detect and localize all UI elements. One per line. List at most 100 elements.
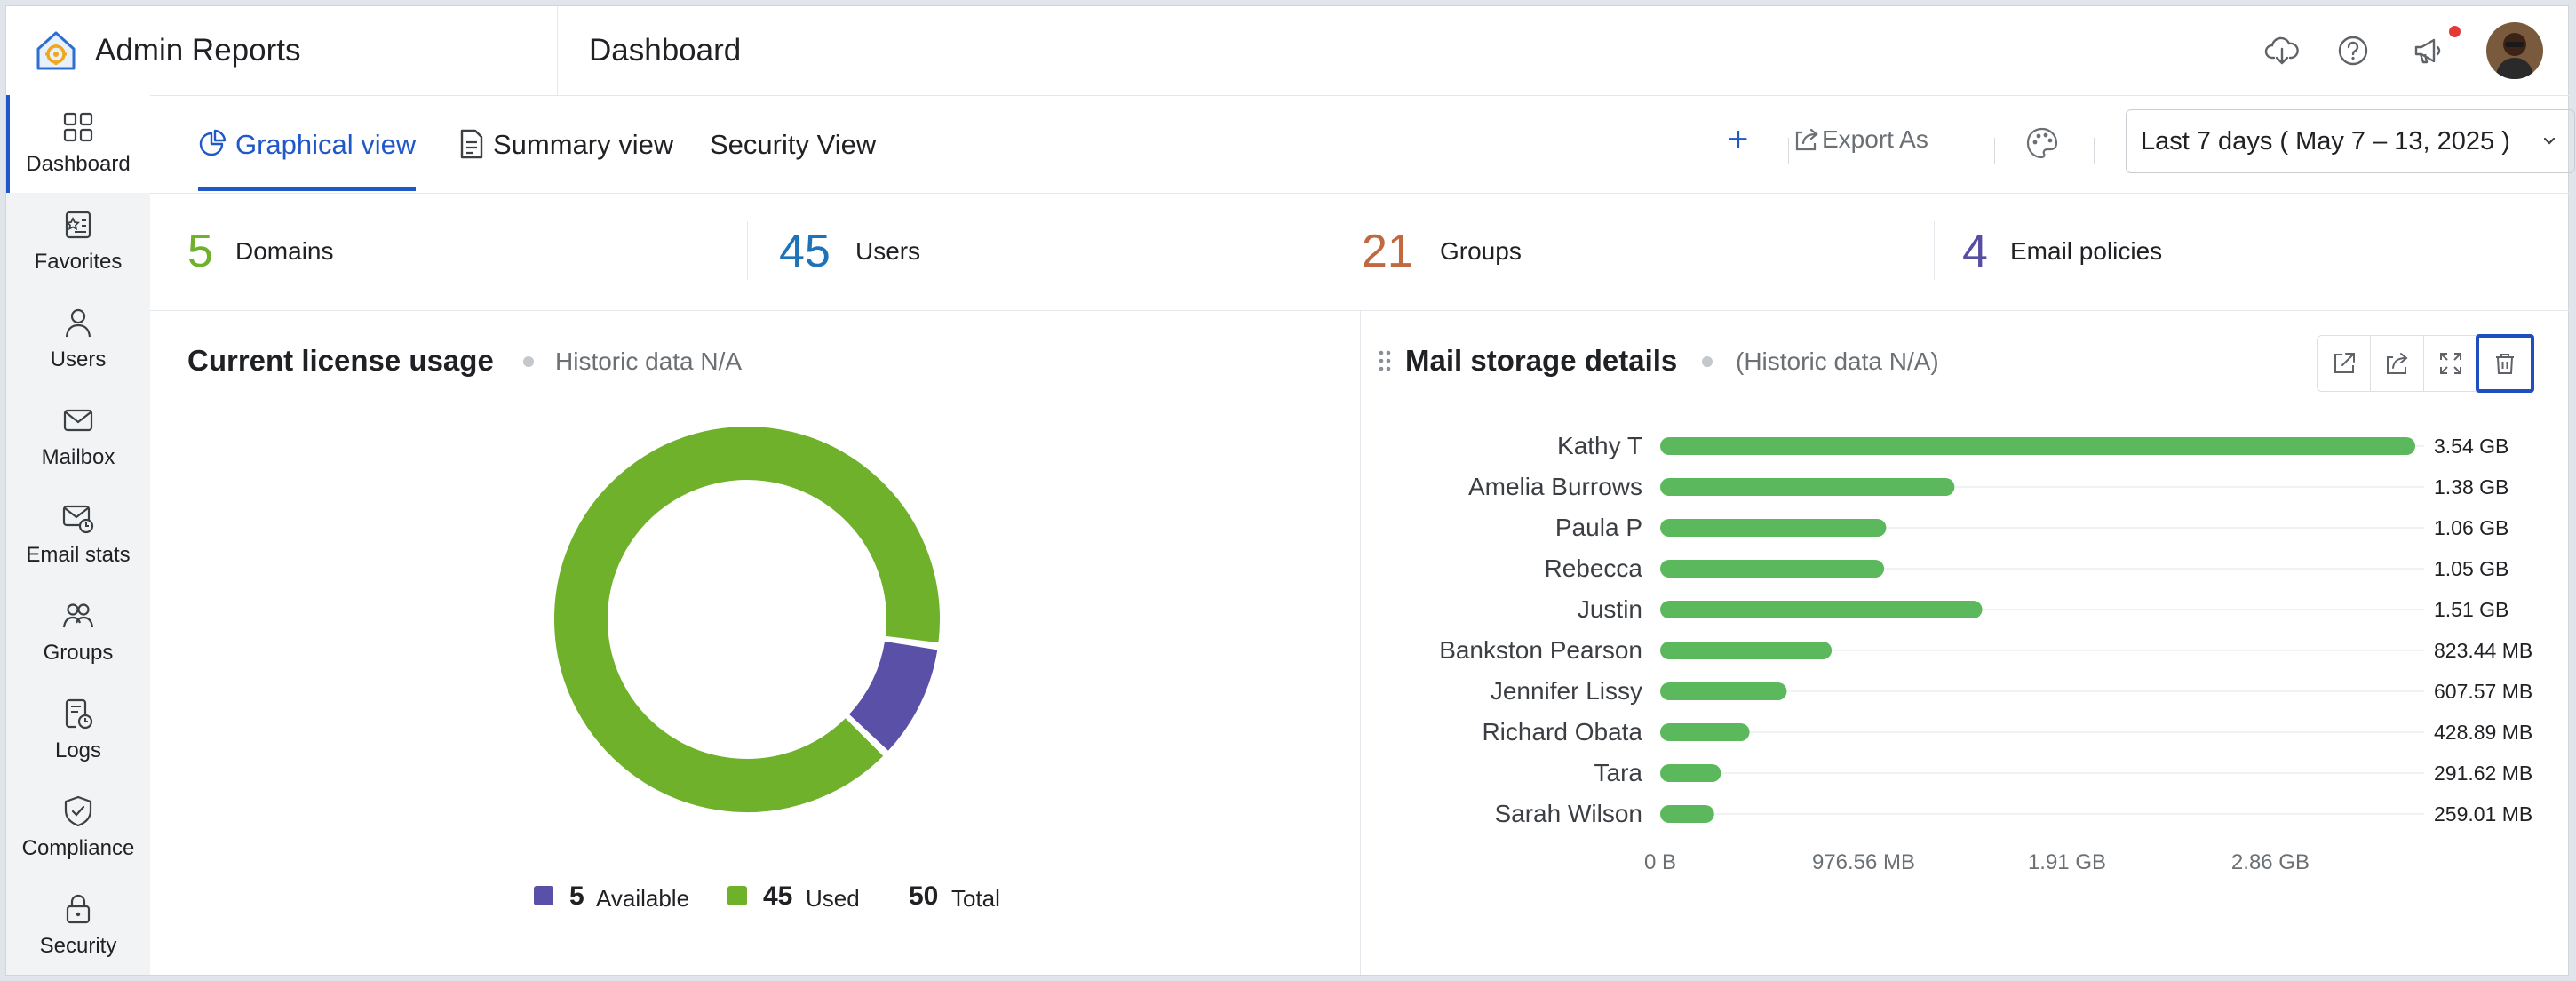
legend-label: Used: [806, 885, 860, 912]
donut-slice-available[interactable]: [848, 641, 938, 751]
download-cloud-icon[interactable]: [2264, 33, 2300, 68]
legend-value: 45: [763, 881, 793, 911]
bar-category-label: Jennifer Lissy: [1490, 677, 1642, 705]
tab-label: Graphical view: [235, 129, 417, 160]
sidebar-item-compliance[interactable]: Compliance: [6, 779, 150, 877]
sidebar-item-users[interactable]: Users: [6, 291, 150, 388]
x-axis-tick-label: 0 B: [1643, 850, 1677, 874]
app-name: Admin Reports: [95, 33, 301, 68]
stat-label: Email policies: [2010, 237, 2163, 265]
legend-label: Total: [951, 885, 1000, 912]
sidebar-item-label: Mailbox: [41, 445, 115, 469]
bar-category-label: Tara: [1594, 759, 1642, 786]
favorites-icon: [65, 211, 91, 239]
chevron-down-icon: [2543, 137, 2556, 145]
avatar-image: [2486, 22, 2543, 79]
bar-value-label: 291.62 MB: [2434, 762, 2533, 785]
sidebar-item-label: Security: [39, 934, 117, 958]
sidebar-item-logs[interactable]: Logs: [6, 682, 150, 779]
export-icon: [1795, 128, 1818, 151]
logs-icon: [65, 698, 93, 730]
tab-graphical-view[interactable]: Graphical view: [198, 95, 417, 193]
toolbar-divider: [1994, 138, 1995, 164]
stat-value: 4: [1962, 226, 1988, 277]
date-range-value: Last 7 days ( May 7 – 13, 2025 ): [2141, 127, 2510, 156]
document-icon: [460, 129, 483, 159]
announcement-icon[interactable]: [2410, 33, 2445, 68]
stat-label: Groups: [1440, 237, 1522, 265]
sidebar-item-label: Dashboard: [26, 152, 131, 176]
tab-label: Security View: [710, 129, 877, 160]
sidebar-item-label: Favorites: [34, 250, 123, 274]
mail-stats-icon: [62, 505, 94, 534]
stat-value: 21: [1362, 226, 1413, 277]
help-icon[interactable]: [2335, 33, 2371, 68]
stats-row: 5 Domains 45 Users 21 Groups 4 Email pol…: [150, 193, 2570, 311]
stat-divider: [1934, 221, 1935, 280]
stat-label: Domains: [235, 237, 334, 265]
toolbar-divider: [1788, 138, 1789, 164]
chart-legend: 5 Available 45 Used 50 Total: [534, 879, 1031, 914]
stat-value: 45: [779, 226, 831, 277]
stat-value: 5: [187, 226, 213, 277]
bar-amelia-burrows[interactable]: [1660, 478, 1955, 496]
x-axis-tick-label: 2.86 GB: [2230, 850, 2310, 874]
add-button[interactable]: +: [1728, 113, 1748, 166]
bar-category-label: Sarah Wilson: [1494, 800, 1642, 827]
stat-groups[interactable]: 21 Groups: [1362, 193, 1912, 310]
bar-jennifer-lissy[interactable]: [1660, 682, 1787, 700]
date-range-select[interactable]: Last 7 days ( May 7 – 13, 2025 ): [2126, 109, 2575, 173]
bar-paula-p[interactable]: [1660, 519, 1887, 537]
palette-icon[interactable]: [2024, 125, 2060, 161]
mail-storage-panel: Mail storage details (Historic data N/A): [1361, 310, 2570, 975]
sidebar-item-email-stats[interactable]: Email stats: [6, 486, 150, 584]
sidebar-item-security[interactable]: Security: [6, 877, 150, 975]
sidebar-item-mailbox[interactable]: Mailbox: [6, 388, 150, 486]
avatar[interactable]: [2486, 22, 2543, 79]
brand[interactable]: Admin Reports: [6, 6, 558, 95]
stat-divider: [747, 221, 748, 280]
panel-title: Current license usage: [187, 344, 494, 377]
panel-subtitle: Historic data N/A: [555, 347, 743, 375]
bar-sarah-wilson[interactable]: [1660, 805, 1714, 823]
user-icon: [65, 308, 91, 338]
sidebar-item-label: Groups: [43, 641, 114, 665]
sidebar-item-favorites[interactable]: Favorites: [6, 193, 150, 291]
sidebar-item-dashboard[interactable]: Dashboard: [6, 95, 150, 193]
stat-domains[interactable]: 5 Domains: [187, 193, 738, 310]
sidebar-item-label: Users: [50, 347, 107, 371]
grid-icon: [63, 112, 93, 142]
bar-value-label: 1.06 GB: [2434, 516, 2509, 539]
app-window: Admin Reports Dashboard Dashboard Favori…: [5, 5, 2575, 976]
bar-category-label: Richard Obata: [1482, 718, 1642, 746]
view-tabs-bar: Graphical view Summary view Security Vie…: [150, 95, 2575, 194]
sidebar-item-label: Compliance: [21, 836, 135, 860]
bar-justin[interactable]: [1660, 601, 1983, 618]
legend-swatch-available: [534, 886, 553, 905]
bar-tara[interactable]: [1660, 764, 1721, 782]
bar-kathy-t[interactable]: [1660, 437, 2415, 455]
donut-slice-used[interactable]: [554, 427, 940, 812]
legend-value: 5: [569, 881, 584, 911]
legend-value: 50: [909, 881, 939, 911]
bar-value-label: 428.89 MB: [2434, 721, 2533, 744]
stat-users[interactable]: 45 Users: [779, 193, 1330, 310]
sidebar: Dashboard Favorites Users Mailbox Email …: [6, 95, 150, 975]
lock-icon: [66, 894, 91, 924]
bar-richard-obata[interactable]: [1660, 723, 1750, 741]
page-title: Dashboard: [589, 33, 742, 68]
mail-storage-bar-chart: Kathy T 3.54 GB Amelia Burrows 1.38 GB Paula…: [1361, 310, 2570, 975]
tab-security-view[interactable]: Security View: [710, 95, 876, 193]
sidebar-item-groups[interactable]: Groups: [6, 584, 150, 682]
bar-category-label: Amelia Burrows: [1467, 473, 1642, 500]
export-as-button[interactable]: Export As: [1822, 113, 1928, 166]
separator-dot: [523, 356, 534, 367]
bar-bankston-pearson[interactable]: [1660, 642, 1833, 659]
tab-summary-view[interactable]: Summary view: [493, 95, 673, 193]
license-usage-panel: Current license usage Historic data N/A …: [150, 310, 1360, 975]
bar-rebecca[interactable]: [1660, 560, 1885, 578]
stat-email-policies[interactable]: 4 Email policies: [1962, 193, 2495, 310]
mail-icon: [63, 409, 93, 432]
top-bar: Admin Reports Dashboard: [6, 6, 2570, 96]
tab-label: Summary view: [493, 129, 674, 160]
